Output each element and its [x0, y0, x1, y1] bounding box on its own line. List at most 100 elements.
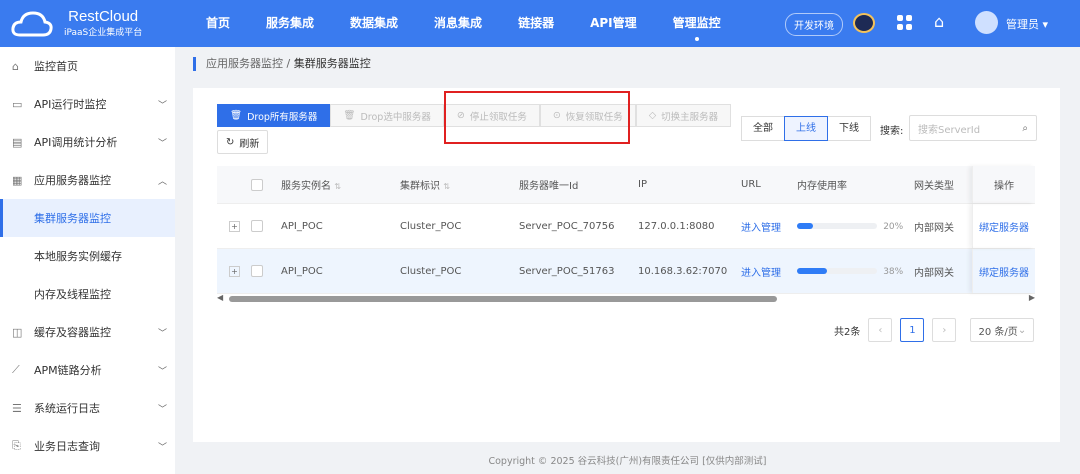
- bind-server-link[interactable]: 绑定服务器: [979, 264, 1029, 279]
- page-1-button[interactable]: 1: [900, 318, 925, 342]
- column-label: 集群标识: [400, 181, 440, 192]
- checkbox-cell: [247, 265, 277, 277]
- page-size-value: 20 条/页: [978, 326, 1018, 338]
- sidebar-item[interactable]: ▦ 应用服务器监控 ︿: [0, 161, 175, 199]
- scroll-left-icon[interactable]: ◀: [217, 293, 223, 302]
- drop-all-button[interactable]: 🗑 Drop所有服务器: [217, 104, 331, 127]
- sidebar-item[interactable]: ▭ API运行时监控 ﹀: [0, 85, 175, 123]
- pagination: 共2条 ‹ 1 › 20 条/页 ⌄: [834, 318, 1035, 342]
- column-label: 操作: [994, 181, 1014, 192]
- robot-assistant-icon[interactable]: [853, 13, 875, 33]
- cell-id: Server_POC_51763: [519, 265, 615, 277]
- scroll-right-icon[interactable]: ▶: [1029, 293, 1035, 302]
- column-header: 操作: [972, 166, 1035, 203]
- sort-icon[interactable]: ⇅: [443, 182, 450, 191]
- sidebar-item[interactable]: ⌂ 监控首页: [0, 47, 175, 85]
- switch-master-button[interactable]: ◇ 切换主服务器: [635, 104, 732, 127]
- column-header[interactable]: 集群标识 ⇅: [396, 177, 515, 192]
- expand-icon[interactable]: +: [229, 220, 240, 232]
- filter-all[interactable]: 全部: [741, 116, 785, 141]
- row-checkbox[interactable]: [251, 265, 263, 277]
- sidebar-item-label: 内存及线程监控: [34, 288, 111, 301]
- sidebar-item[interactable]: ◫ 缓存及容器监控 ﹀: [0, 313, 175, 351]
- total-count: 共2条: [834, 326, 861, 338]
- sidebar-item-label: 应用服务器监控: [34, 174, 111, 187]
- checkbox-col: [247, 178, 277, 191]
- next-page-button[interactable]: ›: [932, 318, 957, 342]
- trash-icon: 🗑: [343, 110, 356, 121]
- apps-grid-icon[interactable]: [897, 15, 912, 30]
- page-size-select[interactable]: 20 条/页 ⌄: [970, 318, 1035, 342]
- sidebar-item[interactable]: ⎘ 业务日志查询 ﹀: [0, 427, 175, 465]
- drop-selected-button[interactable]: 🗑 Drop选中服务器: [330, 104, 444, 127]
- refresh-button[interactable]: ↻ 刷新: [217, 130, 269, 154]
- sidebar-item[interactable]: 内存及线程监控: [0, 275, 175, 313]
- cloud-logo-icon: [11, 11, 53, 37]
- breadcrumb-current: 集群服务器监控: [293, 57, 371, 70]
- cell-name: API_POC: [281, 265, 323, 277]
- chevron-down-icon[interactable]: ﹀: [158, 440, 167, 453]
- sidebar-item-label: 缓存及容器监控: [34, 326, 111, 339]
- cell-memory: 20%: [793, 221, 910, 232]
- sidebar-item-label: APM链路分析: [34, 364, 102, 377]
- row-checkbox[interactable]: [251, 220, 263, 232]
- chevron-up-icon[interactable]: ︿: [158, 174, 167, 187]
- horizontal-scrollbar[interactable]: ◀ ▶: [217, 293, 1035, 303]
- nav-service-integration[interactable]: 服务集成: [248, 0, 332, 47]
- nav-connectors[interactable]: 链接器: [500, 0, 572, 47]
- prev-page-button[interactable]: ‹: [868, 318, 893, 342]
- sidebar-item-label: 系统运行日志: [34, 402, 100, 415]
- cell-action: 绑定服务器: [972, 204, 1035, 248]
- nav-api-management[interactable]: API管理: [572, 0, 655, 47]
- search-doc-icon: ⎘: [12, 439, 21, 452]
- brand-subtitle: iPaaS企业集成平台: [64, 28, 143, 38]
- sidebar-item[interactable]: ▤ API调用统计分析 ﹀: [0, 123, 175, 161]
- cell-gateway: 内部网关: [914, 222, 954, 234]
- cell-action: 绑定服务器: [972, 249, 1035, 293]
- chevron-down-icon[interactable]: ﹀: [158, 326, 167, 339]
- cell-url-link[interactable]: 进入管理: [737, 219, 793, 234]
- scrollbar-thumb[interactable]: [229, 296, 777, 302]
- column-header: URL: [737, 179, 793, 190]
- sidebar-item[interactable]: ⟋ APM链路分析 ﹀: [0, 351, 175, 389]
- sidebar-item[interactable]: 集群服务器监控: [0, 199, 175, 237]
- chevron-down-icon[interactable]: ﹀: [158, 364, 167, 377]
- search-input[interactable]: 搜索ServerId ⌕: [909, 115, 1037, 141]
- chevron-down-icon[interactable]: ﹀: [158, 402, 167, 415]
- nav-message-integration[interactable]: 消息集成: [416, 0, 500, 47]
- search-placeholder: 搜索ServerId: [918, 124, 981, 136]
- nav-monitoring[interactable]: 管理监控: [655, 0, 739, 47]
- select-all-checkbox[interactable]: [251, 178, 263, 191]
- nav-data-integration[interactable]: 数据集成: [332, 0, 416, 47]
- sidebar-item[interactable]: ☰ 系统运行日志 ﹀: [0, 389, 175, 427]
- home-icon[interactable]: ⌂: [934, 12, 944, 31]
- avatar[interactable]: [975, 11, 998, 34]
- user-name: 管理员: [1006, 18, 1039, 31]
- filter-offline[interactable]: 下线: [827, 116, 871, 141]
- sort-icon[interactable]: ⇅: [334, 182, 341, 191]
- sidebar-item-label: API调用统计分析: [34, 136, 118, 149]
- search-icon[interactable]: ⌕: [1022, 123, 1028, 134]
- column-label: 网关类型: [914, 181, 954, 192]
- memory-bar: [797, 222, 877, 229]
- sidebar-item-label: 集群服务器监控: [34, 212, 111, 225]
- chevron-down-icon[interactable]: ﹀: [158, 136, 167, 149]
- main-nav: 首页 服务集成 数据集成 消息集成 链接器 API管理 管理监控: [188, 0, 739, 47]
- column-label: 内存使用率: [797, 181, 847, 192]
- user-menu[interactable]: 管理员 ▾: [1006, 16, 1048, 32]
- monitor-icon: ▭: [12, 97, 23, 111]
- bind-server-link[interactable]: 绑定服务器: [979, 219, 1029, 234]
- footer: Copyright © 2025 谷云科技(广州)有限责任公司 [仅供内部测试]: [488, 456, 767, 467]
- chevron-down-icon[interactable]: ﹀: [158, 98, 167, 111]
- nav-home[interactable]: 首页: [188, 0, 248, 47]
- filter-online[interactable]: 上线: [784, 116, 828, 141]
- cell-url-link[interactable]: 进入管理: [737, 264, 793, 279]
- brand[interactable]: RestCloud iPaaS企业集成平台: [64, 8, 142, 38]
- breadcrumb-parent[interactable]: 应用服务器监控: [206, 57, 283, 70]
- column-header[interactable]: 服务实例名 ⇅: [277, 177, 396, 192]
- expand-icon[interactable]: +: [229, 265, 240, 277]
- env-badge[interactable]: 开发环境: [785, 13, 843, 36]
- label: Drop选中服务器: [360, 111, 431, 123]
- content-card: 🗑 Drop所有服务器 🗑 Drop选中服务器 ⊘ 停止领取任务 ⊙ 恢复领取任务 ◇ 切…: [193, 88, 1060, 442]
- sidebar-item[interactable]: 本地服务实例缓存: [0, 237, 175, 275]
